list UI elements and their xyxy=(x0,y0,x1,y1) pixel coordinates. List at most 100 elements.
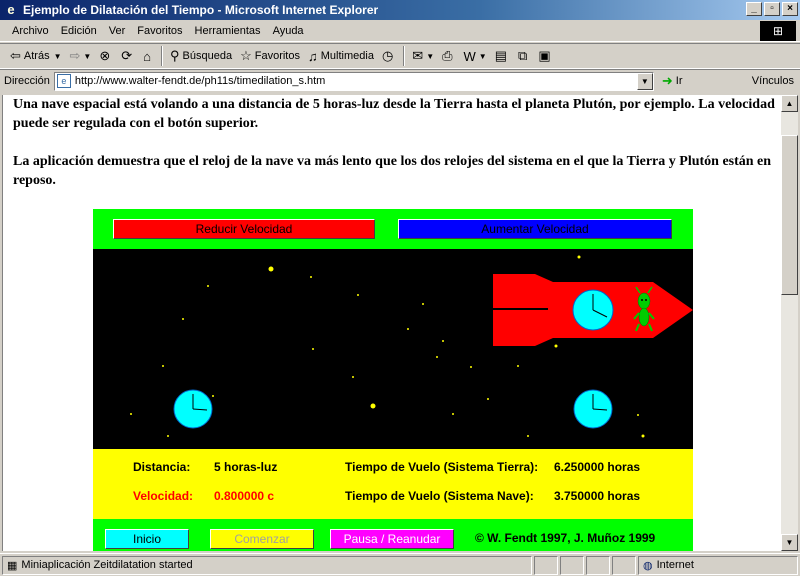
home-button[interactable]: ⌂ xyxy=(139,45,158,67)
reset-button[interactable]: Inicio xyxy=(105,529,189,549)
address-url: http://www.walter-fendt.de/ph11s/timedil… xyxy=(74,75,326,87)
start-button[interactable]: Comenzar xyxy=(210,529,314,549)
time-dilation-applet[interactable]: Reducir Velocidad Aumentar Velocidad Dis… xyxy=(93,209,693,551)
research-button[interactable]: ▣ xyxy=(534,45,557,67)
status-bar: ▦ Miniaplicación Zeitdilatation started … xyxy=(0,553,800,576)
standard-toolbar: ⇦ Atrás ▼ ⇨ ▼ ⊗ ⟳ ⌂ ⚲ Búsqueda ☆ Favoritos ♫ M… xyxy=(0,43,800,69)
favorites-button[interactable]: ☆ Favoritos xyxy=(236,45,304,67)
home-icon: ⌂ xyxy=(143,48,152,64)
toolbar-separator xyxy=(403,46,406,66)
security-zone: ◍ Internet xyxy=(638,555,798,575)
go-button[interactable]: ➜ Ir xyxy=(662,73,683,89)
title-bar: e Ejemplo de Dilatación del Tiempo - Mic… xyxy=(0,0,800,20)
edit-button[interactable]: W ▼ xyxy=(460,45,491,67)
forward-button[interactable]: ⇨ ▼ xyxy=(66,45,96,67)
page-icon: e xyxy=(56,74,71,88)
refresh-button[interactable]: ⟳ xyxy=(117,45,139,67)
research-icon: ▣ xyxy=(538,48,551,63)
stop-button[interactable]: ⊗ xyxy=(95,45,117,67)
multimedia-button[interactable]: ♫ Multimedia xyxy=(304,45,378,67)
applet-top-panel: Reducir Velocidad Aumentar Velocidad xyxy=(93,209,693,249)
status-pane xyxy=(586,555,610,575)
menu-ayuda[interactable]: Ayuda xyxy=(267,25,310,37)
go-arrow-icon: ➜ xyxy=(661,73,673,88)
window-title: Ejemplo de Dilatación del Tiempo - Micro… xyxy=(23,3,379,17)
scroll-thumb[interactable] xyxy=(781,135,798,295)
links-button[interactable]: Vínculos xyxy=(752,75,794,87)
mail-button[interactable]: ✉ ▼ xyxy=(408,45,438,67)
pause-resume-button[interactable]: Pausa / Reanudar xyxy=(330,529,454,549)
space-canvas xyxy=(130,255,693,438)
distance-value: 5 horas-luz xyxy=(214,460,278,474)
menu-ver[interactable]: Ver xyxy=(103,25,132,37)
favorites-icon: ☆ xyxy=(240,48,252,63)
scroll-down-button[interactable]: ▼ xyxy=(781,534,798,551)
print-button[interactable]: ⎙ xyxy=(438,45,459,67)
status-message: Miniaplicación Zeitdilatation started xyxy=(21,559,193,571)
chevron-down-icon: ▼ xyxy=(53,51,62,61)
spaceship xyxy=(493,274,693,346)
search-icon: ⚲ xyxy=(170,48,180,63)
time-earth-value: 6.250000 horas xyxy=(554,460,641,474)
messenger-icon: ⧉ xyxy=(518,48,528,63)
space-scene xyxy=(93,249,693,449)
address-input[interactable]: e http://www.walter-fendt.de/ph11s/timed… xyxy=(53,71,654,91)
back-arrow-icon: ⇦ xyxy=(10,48,21,63)
status-pane xyxy=(612,555,636,575)
word-icon: W xyxy=(463,48,476,64)
menu-herramientas[interactable]: Herramientas xyxy=(189,25,267,37)
minimize-button[interactable]: _ xyxy=(746,2,762,16)
status-pane xyxy=(560,555,584,575)
close-button[interactable]: × xyxy=(782,2,798,16)
menu-favoritos[interactable]: Favoritos xyxy=(131,25,188,37)
vertical-scrollbar[interactable]: ▲ ▼ xyxy=(781,95,798,551)
search-button[interactable]: ⚲ Búsqueda xyxy=(166,45,236,67)
scroll-up-button[interactable]: ▲ xyxy=(781,95,798,112)
status-pane xyxy=(534,555,558,575)
time-earth-label: Tiempo de Vuelo (Sistema Tierra): xyxy=(345,460,539,474)
page-content: Una nave espacial está volando a una dis… xyxy=(2,95,781,551)
messenger-button[interactable]: ⧉ xyxy=(514,45,534,67)
mail-icon: ✉ xyxy=(412,48,424,63)
speed-label: Velocidad: xyxy=(133,489,194,503)
windows-logo-icon: ⊞ xyxy=(760,21,796,41)
address-bar: Dirección e http://www.walter-fendt.de/p… xyxy=(0,69,800,92)
back-button[interactable]: ⇦ Atrás ▼ xyxy=(6,45,66,67)
menu-edicion[interactable]: Edición xyxy=(55,25,103,37)
forward-arrow-icon: ⇨ xyxy=(69,48,81,63)
applet-icon: ▦ xyxy=(7,559,18,572)
status-message-pane: ▦ Miniaplicación Zeitdilatation started xyxy=(2,555,532,575)
chevron-down-icon: ▼ xyxy=(478,51,487,61)
menu-archivo[interactable]: Archivo xyxy=(6,25,55,37)
explanation-paragraph: La aplicación demuestra que el reloj de … xyxy=(13,154,772,188)
history-icon: ◷ xyxy=(381,48,394,63)
address-dropdown-button[interactable]: ▼ xyxy=(636,72,653,90)
refresh-icon: ⟳ xyxy=(121,48,133,63)
address-label: Dirección xyxy=(4,75,50,87)
multimedia-icon: ♫ xyxy=(308,48,318,64)
increase-speed-button[interactable]: Aumentar Velocidad xyxy=(398,219,672,239)
distance-label: Distancia: xyxy=(133,460,191,474)
copyright-text: © W. Fendt 1997, J. Muñoz 1999 xyxy=(475,531,656,545)
chevron-down-icon: ▼ xyxy=(83,51,92,61)
intro-paragraph: Una nave espacial está volando a una dis… xyxy=(13,97,775,131)
maximize-button[interactable]: ▫ xyxy=(764,2,780,16)
pluto-clock xyxy=(573,389,613,429)
zone-label: Internet xyxy=(656,559,694,571)
applet-bottom-panel: Inicio Comenzar Pausa / Reanudar © W. Fe… xyxy=(93,519,693,551)
history-button[interactable]: ◷ xyxy=(378,45,400,67)
ie-icon: e xyxy=(7,2,15,17)
toolbar-separator xyxy=(161,46,164,66)
discuss-icon: ▤ xyxy=(494,48,508,63)
earth-clock xyxy=(173,389,213,429)
time-ship-value: 3.750000 horas xyxy=(554,489,641,503)
chevron-down-icon: ▼ xyxy=(426,51,435,61)
time-ship-label: Tiempo de Vuelo (Sistema Nave): xyxy=(345,489,534,503)
globe-icon: ◍ xyxy=(643,559,653,572)
speed-value: 0.800000 c xyxy=(214,489,275,503)
print-icon: ⎙ xyxy=(442,48,453,63)
menu-bar: Archivo Edición Ver Favoritos Herramient… xyxy=(0,20,800,42)
reduce-speed-button[interactable]: Reducir Velocidad xyxy=(113,219,375,239)
discuss-button[interactable]: ▤ xyxy=(491,45,514,67)
stop-icon: ⊗ xyxy=(99,48,111,63)
